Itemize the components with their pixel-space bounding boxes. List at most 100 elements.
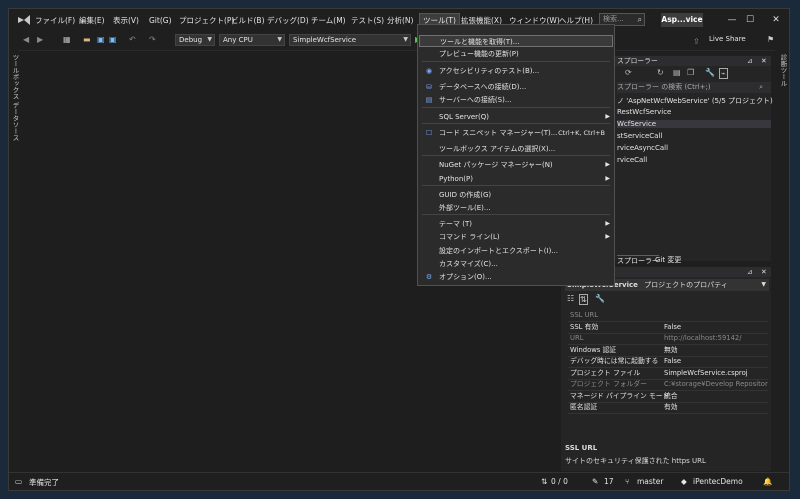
property-name: SSL URL [570, 311, 599, 319]
property-value: False [664, 357, 682, 365]
menu-item-label: データベースへの接続(D)... [439, 83, 527, 91]
close-button[interactable]: ✕ [769, 13, 783, 27]
tools-menu-item[interactable]: コマンド ライン(L) ▶ [419, 231, 613, 243]
new-project-icon[interactable]: ▦ [63, 34, 71, 46]
menu-item[interactable]: デバッグ(D) [267, 14, 309, 27]
property-row[interactable]: プロジェクト ファイル SimpleWcfService.csproj [568, 368, 768, 380]
solution-tree-item[interactable]: rviceCall [617, 156, 647, 164]
menu-item-icon: ▤ [425, 96, 433, 104]
property-row[interactable]: 匿名認証 有効 [568, 402, 768, 414]
save-all-icon[interactable]: ▣ [109, 34, 117, 46]
notification-bell-icon[interactable]: 🔔 [763, 477, 772, 486]
tools-menu-item[interactable]: カスタマイズ(C)... [419, 258, 613, 270]
properties-wrench-icon[interactable]: 🔧 [705, 68, 715, 77]
property-row[interactable]: SSL 有効 False [568, 322, 768, 334]
property-row[interactable]: URL http://localhost:59142/ [568, 333, 768, 345]
tools-menu-item[interactable]: ⛁ データベースへの接続(D)... [419, 81, 613, 93]
chevron-down-icon: ▼ [761, 281, 766, 288]
property-name: URL [570, 334, 584, 342]
undo-icon[interactable]: ↶ [129, 34, 136, 46]
menu-item-label: 設定のインポートとエクスポート(I)... [439, 247, 558, 255]
forward-icon[interactable]: ▶ [37, 34, 43, 46]
menu-item[interactable]: 表示(V) [113, 14, 139, 27]
minimize-button[interactable]: — [725, 13, 739, 27]
copy-icon[interactable]: ❐ [687, 68, 694, 77]
solution-root[interactable]: ノ 'AspNetWcfWebService' (5/5 プロジェクト) [617, 96, 773, 106]
tools-menu-item[interactable]: プレビュー機能の更新(P) [419, 48, 613, 60]
menu-item-icon: ⚙ [425, 273, 433, 281]
live-share-button[interactable]: Live Share [709, 35, 746, 43]
diagnostic-tools-tab[interactable]: 診断ツール [778, 54, 788, 87]
tools-menu-item[interactable]: Python(P) ▶ [419, 173, 613, 185]
pin-icon[interactable]: ⊿ [747, 56, 753, 66]
property-value: 統合 [664, 391, 678, 400]
menu-item[interactable]: ファイル(F) [35, 14, 75, 27]
maximize-button[interactable]: ☐ [743, 13, 757, 27]
configuration-select[interactable]: Debug ▼ [175, 34, 215, 46]
property-pages-wrench-icon[interactable]: 🔧 [595, 294, 605, 303]
platform-select[interactable]: Any CPU ▼ [219, 34, 285, 46]
tools-menu-item[interactable]: GUID の作成(G) [419, 189, 613, 201]
vs-window: ファイル(F) 編集(E) 表示(V) Git(G) プロジェクト(P) ビルド(B) デバ… [8, 8, 790, 491]
commits-count[interactable]: 17 [604, 477, 614, 486]
open-folder-icon[interactable]: ▬ [83, 34, 91, 46]
menu-item[interactable]: プロジェクト(P) [179, 14, 234, 27]
configuration-value: Debug [179, 36, 203, 44]
changes-count[interactable]: 0 / 0 [551, 477, 568, 486]
menu-item[interactable]: チーム(M) [311, 14, 346, 27]
alphabetical-icon[interactable]: ⇅ [579, 294, 588, 305]
tools-menu-item[interactable]: 設定のインポートとエクスポート(I)... [419, 245, 613, 257]
solution-tree-item[interactable]: RestWcfService [617, 108, 671, 116]
property-row[interactable]: SSL URL [568, 310, 768, 322]
tools-menu-item[interactable]: ⚙ オプション(O)... [419, 271, 613, 283]
repo-name[interactable]: iPentecDemo [693, 477, 743, 486]
menu-item[interactable]: テスト(S) [351, 14, 384, 27]
feedback-icon[interactable]: ⚑ [767, 34, 774, 46]
solution-tree-item[interactable]: stServiceCall [617, 132, 662, 140]
refresh-icon[interactable]: ↻ [657, 68, 664, 77]
back-icon[interactable]: ◀ [23, 34, 29, 46]
menu-item-label: テーマ (T) [439, 220, 472, 228]
solution-tree-item[interactable]: WcfService [617, 120, 771, 128]
categorized-icon[interactable]: ☷ [567, 294, 574, 303]
toolbox-tab[interactable]: ツールボックス [10, 54, 20, 100]
datasources-tab[interactable]: データソース [10, 102, 20, 141]
tools-menu-item[interactable]: ▤ サーバーへの接続(S)... [419, 94, 613, 106]
tools-menu-item[interactable]: SQL Server(Q) ▶ [419, 111, 613, 123]
tools-menu-item[interactable]: ツールと機能を取得(T)... [419, 35, 613, 47]
startup-project-select[interactable]: SimpleWcfService ▼ [289, 34, 411, 46]
menu-item[interactable]: 編集(E) [79, 14, 105, 27]
tools-menu-item[interactable]: テーマ (T) ▶ [419, 218, 613, 230]
solution-tree-item[interactable]: rviceAsyncCall [617, 144, 668, 152]
property-row[interactable]: デバッグ時には常に起動する False [568, 356, 768, 368]
tab-solution-explorer[interactable]: スプローラー [617, 255, 659, 266]
tools-menu-item[interactable]: NuGet パッケージ マネージャー(N) ▶ [419, 159, 613, 171]
property-row[interactable]: マネージド パイプライン モード 統合 [568, 391, 768, 403]
tools-menu-item[interactable]: 外部ツール(E)... [419, 202, 613, 214]
menu-item[interactable]: 分析(N) [387, 14, 413, 27]
close-panel-icon[interactable]: ✕ [761, 56, 767, 66]
property-row[interactable]: Windows 認証 無効 [568, 345, 768, 357]
property-name: デバッグ時には常に起動する [570, 357, 659, 365]
property-value: 有効 [664, 403, 678, 411]
tools-menu-item[interactable]: ツールボックス アイテムの選択(X)... [419, 143, 613, 155]
preview-icon[interactable]: ⌁ [719, 68, 728, 79]
redo-icon[interactable]: ↷ [149, 34, 156, 46]
collapse-icon[interactable]: ▤ [673, 68, 681, 77]
property-row[interactable]: プロジェクト フォルダー C:¥storage¥Develop Repositor… [568, 379, 768, 391]
property-value: http://localhost:59142/ [664, 334, 742, 342]
tab-git-changes[interactable]: Git 変更 [655, 255, 681, 265]
pin-icon[interactable]: ⊿ [747, 267, 753, 277]
branch-name[interactable]: master [637, 477, 663, 486]
menu-item[interactable]: Git(G) [149, 14, 172, 27]
solution-name-badge[interactable]: Asp...vice [661, 13, 703, 27]
tools-menu-item[interactable]: ◉ アクセシビリティのテスト(B)... [419, 65, 613, 77]
solution-explorer-search[interactable]: スプローラー の検索 (Ctrl+;) ⌕ [617, 82, 771, 93]
menu-item[interactable]: ビルド(B) [231, 14, 265, 27]
close-panel-icon[interactable]: ✕ [761, 267, 767, 277]
property-value: False [664, 322, 682, 331]
property-name: SSL 有効 [570, 322, 599, 331]
save-icon[interactable]: ▣ [97, 34, 105, 46]
tools-menu-item[interactable]: ☐ コード スニペット マネージャー(T)... Ctrl+K, Ctrl+B [419, 127, 613, 139]
sync-icon[interactable]: ⟳ [625, 68, 632, 77]
